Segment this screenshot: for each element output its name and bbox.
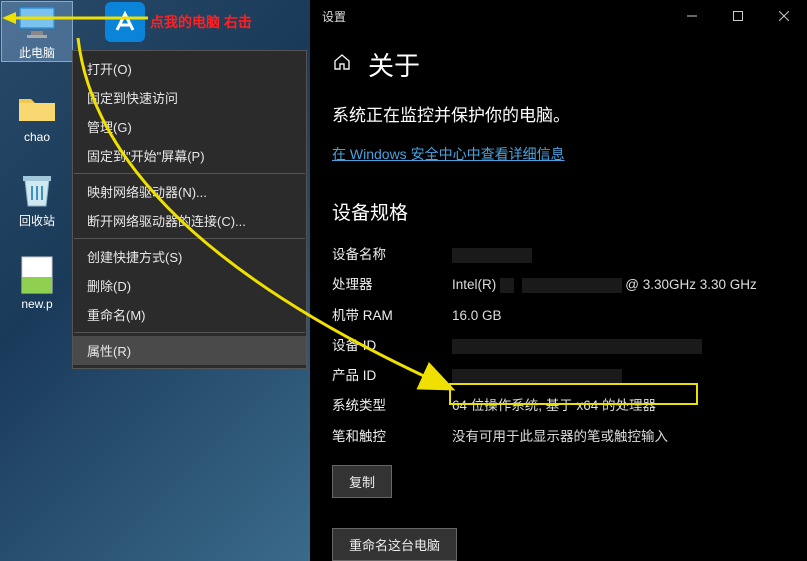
page-header: 关于 [310, 32, 807, 101]
menu-item-pin-start[interactable]: 固定到"开始"屏幕(P) [73, 141, 306, 170]
redacted [500, 278, 514, 293]
page-title: 关于 [368, 46, 420, 83]
maximize-button[interactable] [715, 0, 761, 32]
menu-separator [74, 238, 305, 239]
file-icon [15, 255, 59, 295]
spec-row-pen-touch: 笔和触控 没有可用于此显示器的笔或触控输入 [332, 427, 785, 447]
menu-separator [74, 173, 305, 174]
desktop-icon-label: chao [24, 130, 50, 144]
redacted [452, 339, 702, 354]
annotation-arrow-left [0, 8, 150, 28]
spec-label: 产品 ID [332, 366, 452, 386]
redacted [452, 248, 532, 263]
menu-item-manage[interactable]: 管理(G) [73, 112, 306, 141]
menu-separator [74, 332, 305, 333]
security-center-link[interactable]: 在 Windows 安全中心中查看详细信息 [332, 144, 565, 164]
spec-label: 处理器 [332, 275, 452, 295]
redacted [452, 369, 622, 384]
menu-item-create-shortcut[interactable]: 创建快捷方式(S) [73, 242, 306, 271]
titlebar: 设置 [310, 0, 807, 32]
spec-row-system-type: 系统类型 64 位操作系统, 基于 x64 的处理器 [332, 396, 785, 416]
spec-row-ram: 机带 RAM 16.0 GB [332, 306, 785, 326]
menu-item-pin-quick[interactable]: 固定到快速访问 [73, 83, 306, 112]
spec-label: 机带 RAM [332, 306, 452, 326]
redacted [522, 278, 622, 293]
spec-value: 没有可用于此显示器的笔或触控输入 [452, 427, 785, 447]
desktop-icon-label: 此电脑 [19, 46, 55, 60]
desktop-icon-recycle[interactable]: 回收站 [2, 170, 72, 229]
spec-label: 设备名称 [332, 245, 452, 265]
menu-item-delete[interactable]: 删除(D) [73, 271, 306, 300]
home-icon[interactable] [332, 52, 352, 77]
spec-value [452, 336, 785, 356]
protection-status: 系统正在监控并保护你的电脑。 [332, 101, 785, 126]
desktop-icon-label: new.p [21, 297, 52, 311]
settings-window: 设置 关于 系统正在监控并保护你的电脑。 在 Windows 安全中心中查看详细… [310, 0, 807, 561]
spec-label: 设备 ID [332, 336, 452, 356]
recycle-bin-icon [15, 170, 59, 210]
menu-item-properties[interactable]: 属性(R) [73, 336, 306, 365]
spec-value [452, 245, 785, 265]
menu-item-rename[interactable]: 重命名(M) [73, 300, 306, 329]
section-heading-specs: 设备规格 [332, 198, 785, 225]
spec-label: 笔和触控 [332, 427, 452, 447]
spec-value: 64 位操作系统, 基于 x64 的处理器 [452, 396, 785, 416]
folder-icon [15, 88, 59, 128]
copy-button[interactable]: 复制 [332, 465, 392, 498]
spec-row-product-id: 产品 ID [332, 366, 785, 386]
annotation-text: 点我的电脑 右击 [150, 12, 252, 32]
desktop-icon-file[interactable]: new.p [2, 255, 72, 311]
close-button[interactable] [761, 0, 807, 32]
rename-pc-button[interactable]: 重命名这台电脑 [332, 528, 457, 561]
spec-row-device-id: 设备 ID [332, 336, 785, 356]
spec-value: 16.0 GB [452, 306, 785, 326]
spec-row-device-name: 设备名称 [332, 245, 785, 265]
desktop-icon-folder[interactable]: chao [2, 88, 72, 144]
window-title: 设置 [322, 8, 346, 25]
spec-value: Intel(R) @ 3.30GHz 3.30 GHz [452, 275, 785, 295]
desktop-icon-label: 回收站 [19, 214, 55, 228]
spec-row-processor: 处理器 Intel(R) @ 3.30GHz 3.30 GHz [332, 275, 785, 295]
menu-item-map-drive[interactable]: 映射网络驱动器(N)... [73, 177, 306, 206]
menu-item-open[interactable]: 打开(O) [73, 54, 306, 83]
context-menu: 打开(O) 固定到快速访问 管理(G) 固定到"开始"屏幕(P) 映射网络驱动器… [72, 50, 307, 369]
spec-value [452, 366, 785, 386]
minimize-button[interactable] [669, 0, 715, 32]
menu-item-disconnect-drive[interactable]: 断开网络驱动器的连接(C)... [73, 206, 306, 235]
spec-label: 系统类型 [332, 396, 452, 416]
